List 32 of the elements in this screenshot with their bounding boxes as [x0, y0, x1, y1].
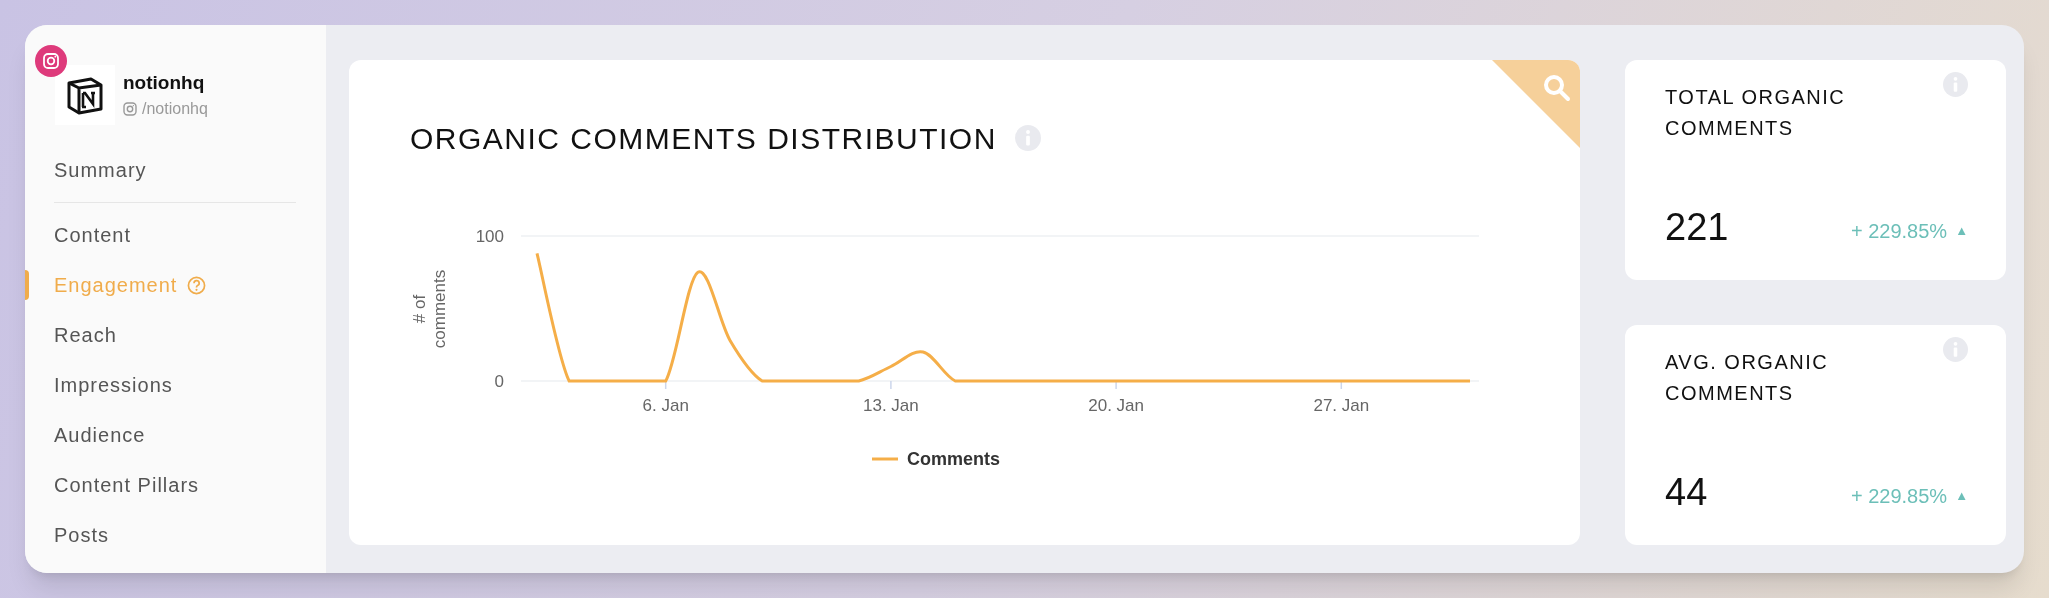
nav-item[interactable]: Posts: [25, 510, 326, 560]
trend-arrow-icon: ▲: [1955, 486, 1968, 506]
nav-item[interactable]: Content Pillars: [25, 460, 326, 510]
search-icon[interactable]: [1542, 73, 1572, 103]
nav-item[interactable]: Audience: [25, 410, 326, 460]
stat-change: + 229.85%: [1850, 484, 1948, 509]
trend-arrow-icon: ▲: [1955, 221, 1968, 241]
stat-title: AVG. ORGANIC COMMENTS: [1665, 350, 1830, 406]
legend-label[interactable]: Comments: [907, 449, 1000, 469]
instagram-icon: [123, 102, 137, 117]
active-indicator: [25, 270, 29, 300]
chart-title: ORGANIC COMMENTS DISTRIBUTION: [410, 120, 997, 157]
cube-logo-icon: [65, 75, 105, 115]
profile-name: notionhq: [123, 70, 206, 95]
profile-handle: /notionhq: [142, 99, 208, 120]
stat-value: 221: [1665, 208, 1729, 246]
stat-change: + 229.85%: [1850, 219, 1948, 244]
stat-value: 44: [1665, 473, 1708, 511]
nav-item[interactable]: Reach: [25, 310, 326, 360]
x-tick-label: 20. Jan: [1088, 396, 1144, 415]
y-tick-label: 100: [475, 227, 504, 246]
axis-title: # of comments: [410, 269, 449, 349]
x-tick-label: 13. Jan: [863, 396, 919, 415]
y-tick-label: 0: [494, 372, 504, 391]
x-tick-label: 27. Jan: [1313, 396, 1370, 415]
stat-title: TOTAL ORGANIC COMMENTS: [1665, 85, 1847, 141]
legend-swatch: [872, 457, 898, 461]
nav-item[interactable]: Impressions: [25, 360, 326, 410]
x-tick-label: 6. Jan: [642, 396, 689, 415]
nav-item[interactable]: Content: [25, 210, 326, 260]
help-icon[interactable]: [187, 275, 207, 295]
nav-item[interactable]: Summary: [25, 145, 326, 195]
